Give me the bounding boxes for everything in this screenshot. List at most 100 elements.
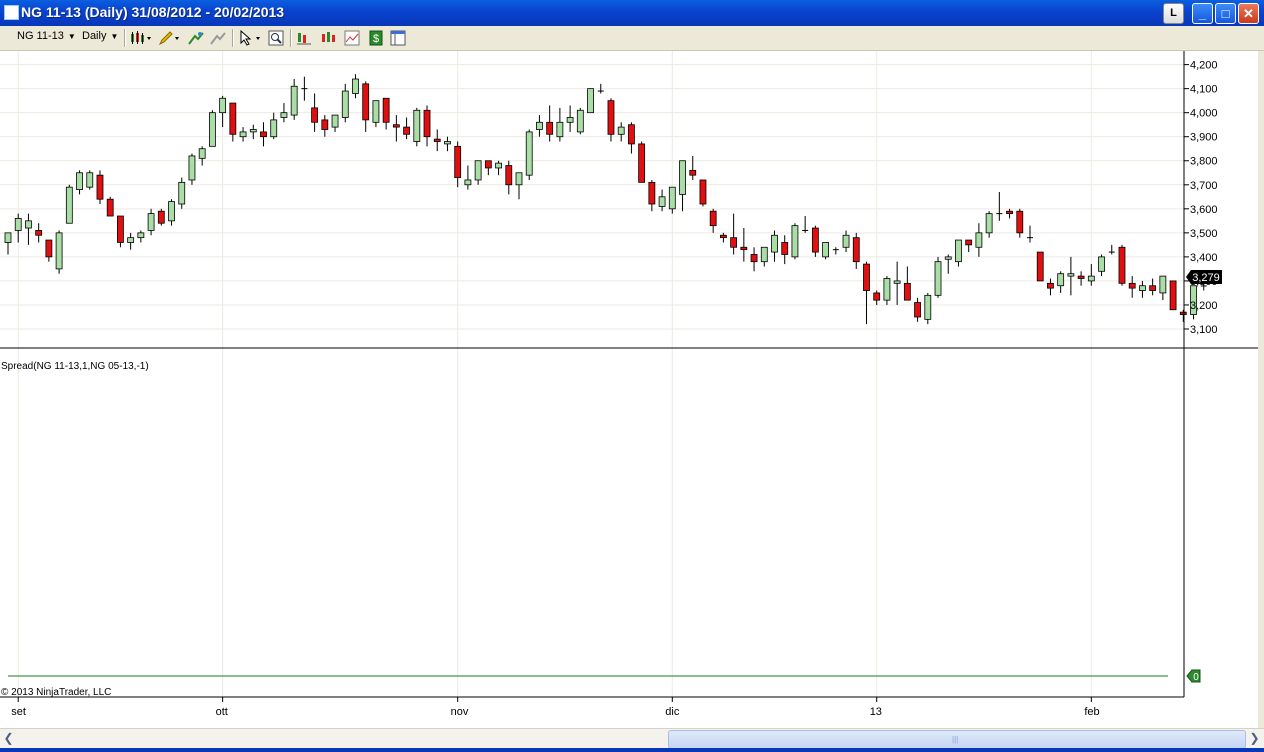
time-axis: set ott nov dic 13 feb (11, 697, 1100, 718)
candle (96, 170, 104, 205)
candle (822, 242, 829, 260)
candle (1159, 275, 1167, 301)
candle (1139, 280, 1146, 298)
candle (576, 107, 584, 135)
pencil-draw-icon[interactable] (158, 30, 180, 46)
candle (260, 122, 267, 147)
candle (4, 232, 12, 255)
candle (117, 215, 124, 248)
ninjatrader-chart-window: NG 11-13 (Daily) 31/08/2012 - 20/02/2013… (0, 0, 1264, 752)
price-tick-label: 3,700 (1190, 180, 1218, 192)
add-indicator-icon[interactable] (188, 30, 204, 46)
link-button[interactable]: L (1163, 3, 1184, 24)
time-tick-label: dic (665, 706, 680, 718)
scroll-grip-icon: ||| (952, 735, 959, 744)
price-chart[interactable]: 4,200 4,100 4,000 3,900 3,800 3,700 3,600 3,500… (0, 51, 1258, 728)
candle (944, 254, 952, 274)
candle (208, 110, 216, 147)
candle (883, 276, 891, 305)
data-series-icon[interactable] (296, 30, 312, 46)
chart-area[interactable]: 4,200 4,100 4,000 3,900 3,800 3,700 3,600 3,500… (0, 51, 1258, 728)
price-tick-label: 3,400 (1190, 252, 1218, 264)
price-tick-label: 3,500 (1190, 228, 1218, 240)
properties-icon[interactable] (390, 30, 406, 46)
time-tick-label: feb (1084, 706, 1099, 718)
candle (709, 208, 717, 233)
spread-value-label: 0 (1193, 672, 1199, 683)
candle (996, 191, 1003, 221)
candle (76, 170, 83, 195)
candle (658, 189, 666, 212)
cursor-pointer-icon[interactable] (238, 30, 262, 46)
instrument-selector[interactable]: NG 11-13 ▼ (17, 30, 76, 42)
candle (852, 232, 860, 269)
scroll-left-icon[interactable]: ❮ (0, 729, 17, 748)
gridlines (0, 51, 1184, 697)
candle (464, 165, 472, 190)
maximize-button[interactable]: □ (1215, 3, 1236, 24)
scroll-thumb[interactable]: ||| (668, 730, 1246, 749)
candle (965, 239, 973, 253)
candle (1179, 309, 1187, 322)
candle (689, 155, 697, 180)
candle (515, 172, 523, 200)
candle (628, 122, 635, 154)
candle (362, 81, 370, 132)
time-tick-label: ott (216, 706, 228, 718)
candle (1087, 264, 1095, 286)
horizontal-scrollbar[interactable]: ❮ ||| ❯ (0, 728, 1264, 749)
candle (546, 105, 554, 142)
candle (423, 105, 431, 147)
interval-selector[interactable]: Daily ▼ (82, 30, 118, 42)
dollar-icon[interactable]: $ (368, 30, 384, 46)
candle (311, 93, 319, 132)
last-price-marker: 3,279 (1186, 270, 1222, 284)
price-axis: 4,200 4,100 4,000 3,900 3,800 3,700 3,600 3,500… (1184, 60, 1218, 336)
candle (1057, 271, 1065, 293)
candle (566, 105, 574, 132)
candle (382, 97, 390, 130)
toolbar-separator (124, 29, 126, 47)
candle (1006, 208, 1013, 219)
candle (505, 160, 513, 195)
candle (1128, 276, 1136, 298)
candle (893, 261, 901, 305)
candle (811, 225, 819, 257)
candle (137, 230, 145, 243)
app-icon (4, 5, 19, 20)
price-tick-label: 3,100 (1190, 324, 1218, 336)
candle (219, 95, 227, 128)
candle (106, 196, 114, 217)
zoom-icon[interactable] (268, 30, 284, 46)
candle (25, 213, 32, 245)
toolbar-separator (232, 29, 234, 47)
candle (903, 266, 911, 301)
candle (679, 160, 686, 212)
candle (229, 102, 237, 142)
title-bar[interactable]: NG 11-13 (Daily) 31/08/2012 - 20/02/2013… (0, 0, 1264, 26)
candle (924, 292, 932, 325)
indicators-icon[interactable] (320, 30, 336, 46)
scroll-right-icon[interactable]: ❯ (1246, 729, 1263, 748)
last-price-label: 3,279 (1192, 272, 1220, 284)
candle (321, 115, 329, 137)
candle (239, 127, 247, 142)
candle (802, 216, 809, 233)
strategies-icon[interactable] (344, 30, 360, 46)
candlestick-chart-icon[interactable] (130, 30, 152, 46)
close-button[interactable]: ✕ (1238, 3, 1259, 24)
price-tick-label: 4,000 (1190, 108, 1218, 120)
minimize-button[interactable]: _ (1192, 3, 1213, 24)
candle (290, 79, 298, 120)
candle (403, 117, 410, 140)
candle (525, 129, 533, 180)
candle (638, 141, 646, 183)
candle (127, 232, 135, 250)
price-tick-label: 3,900 (1190, 132, 1218, 144)
candle (188, 153, 196, 185)
candlestick-series (4, 74, 1207, 325)
candle (1027, 225, 1033, 243)
time-tick-label: 13 (870, 706, 882, 718)
strategy-icon[interactable] (210, 30, 226, 46)
candle (699, 179, 707, 207)
